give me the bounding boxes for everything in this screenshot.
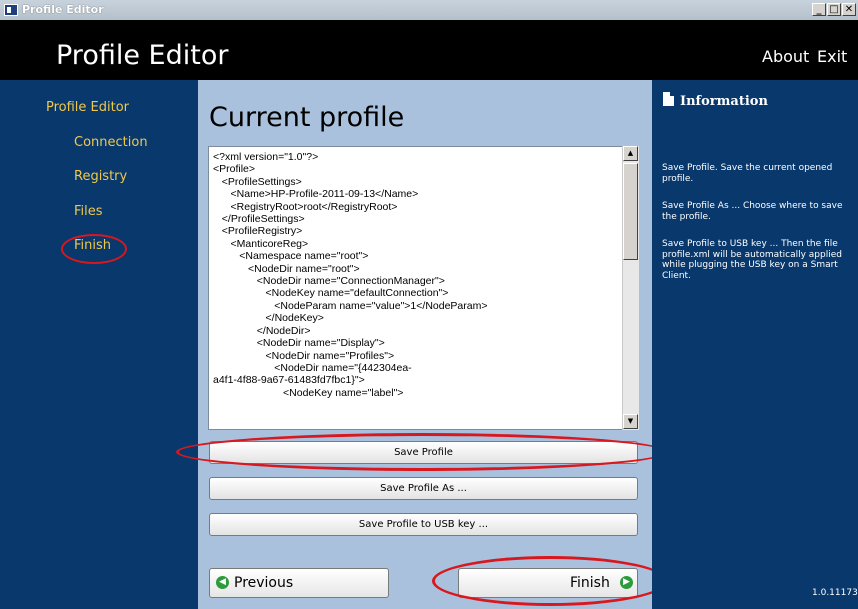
finish-button[interactable]: Finish ▶ bbox=[458, 568, 638, 598]
app-header: Profile Editor About Exit bbox=[0, 20, 858, 80]
nav-item-profile-editor[interactable]: Profile Editor bbox=[46, 100, 129, 115]
finish-highlight-ellipse bbox=[61, 234, 127, 264]
save-profile-as-button[interactable]: Save Profile As ... bbox=[209, 477, 638, 500]
info-panel bbox=[652, 80, 858, 609]
info-text-save: Save Profile. Save the current opened pr… bbox=[662, 163, 833, 184]
app-title: Profile Editor bbox=[56, 40, 229, 71]
version-label: 1.0.11173 bbox=[812, 588, 858, 598]
app-icon bbox=[4, 4, 18, 16]
finish-button-label: Finish bbox=[570, 575, 610, 591]
previous-button[interactable]: ◀ Previous bbox=[209, 568, 389, 598]
profile-xml-viewer[interactable]: <?xml version="1.0"?> <Profile> <Profile… bbox=[208, 146, 638, 430]
scroll-up-icon[interactable]: ▲ bbox=[623, 146, 638, 161]
nav-item-registry[interactable]: Registry bbox=[74, 169, 127, 184]
scroll-down-icon[interactable]: ▼ bbox=[623, 414, 638, 429]
minimize-button[interactable]: _ bbox=[812, 3, 826, 16]
save-profile-usb-button[interactable]: Save Profile to USB key ... bbox=[209, 513, 638, 536]
info-text-save-usb: Save Profile to USB key ... Then the fil… bbox=[662, 239, 842, 281]
about-link[interactable]: About bbox=[762, 47, 809, 66]
scroll-thumb[interactable] bbox=[623, 163, 638, 260]
info-text-save-as: Save Profile As ... Choose where to save… bbox=[662, 201, 843, 222]
previous-button-label: Previous bbox=[234, 575, 294, 591]
arrow-left-icon: ◀ bbox=[216, 576, 229, 589]
page-title: Current profile bbox=[209, 102, 405, 133]
close-button[interactable]: ✕ bbox=[842, 3, 856, 16]
arrow-right-icon: ▶ bbox=[620, 576, 633, 589]
exit-link[interactable]: Exit bbox=[817, 47, 847, 66]
window-titlebar: Profile Editor _ □ ✕ bbox=[0, 0, 858, 21]
nav-item-connection[interactable]: Connection bbox=[74, 135, 148, 150]
maximize-button[interactable]: □ bbox=[827, 3, 841, 16]
save-profile-button[interactable]: Save Profile bbox=[209, 441, 638, 464]
nav-item-files[interactable]: Files bbox=[74, 204, 103, 219]
document-icon bbox=[663, 92, 674, 106]
window-title: Profile Editor bbox=[22, 3, 104, 16]
profile-xml-content: <?xml version="1.0"?> <Profile> <Profile… bbox=[213, 151, 488, 399]
info-title: Information bbox=[680, 94, 768, 109]
